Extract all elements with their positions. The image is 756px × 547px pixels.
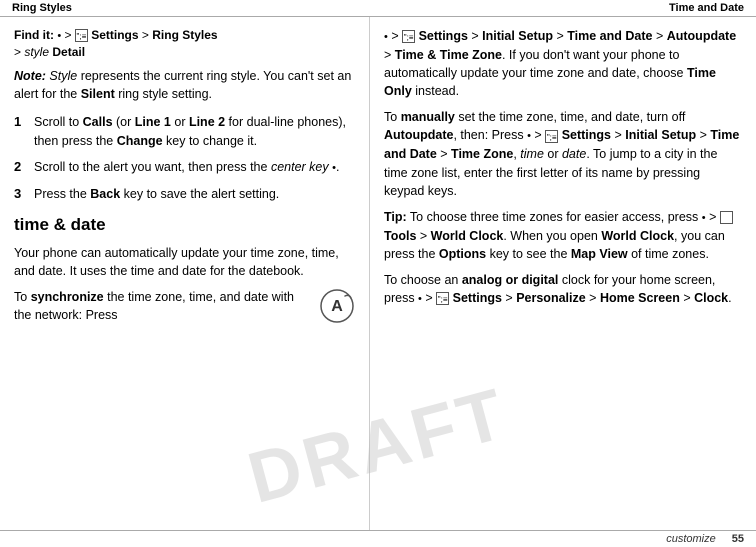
step-text: Scroll to the alert you want, then press… (34, 158, 339, 177)
body-para-intro: Your phone can automatically update your… (14, 244, 355, 280)
header-right-title: Time and Date (669, 2, 744, 14)
step-text: Scroll to Calls (or Line 1 or Line 2 for… (34, 113, 355, 149)
find-it-label: Find it: (14, 28, 54, 42)
list-item: 1 Scroll to Calls (or Line 1 or Line 2 f… (14, 113, 355, 149)
numbered-list: 1 Scroll to Calls (or Line 1 or Line 2 f… (14, 113, 355, 203)
page-container: Ring Styles Time and Date Find it: • > "… (0, 0, 756, 547)
network-sync-icon: A (319, 288, 355, 324)
list-item: 3 Press the Back key to save the alert s… (14, 185, 355, 204)
footer-bar: customize 55 (0, 530, 756, 547)
sync-path-para: • > ";≡ Settings > Initial Setup > Time … (384, 27, 742, 100)
header-left-title: Ring Styles (12, 2, 72, 14)
footer-section-label: customize (666, 533, 716, 545)
note-block: Note: Style represents the current ring … (14, 67, 355, 103)
footer-page-number: 55 (732, 533, 744, 545)
header-bar: Ring Styles Time and Date (0, 0, 756, 17)
sync-text: To synchronize the time zone, time, and … (14, 288, 311, 324)
step-text: Press the Back key to save the alert set… (34, 185, 279, 204)
find-it-line: Find it: • > ";≡ Settings > Ring Styles>… (14, 27, 355, 61)
analog-digital-para: To choose an analog or digital clock for… (384, 271, 742, 308)
sync-line: To synchronize the time zone, time, and … (14, 288, 355, 324)
right-column: • > ";≡ Settings > Initial Setup > Time … (370, 17, 756, 530)
manual-set-para: To manually set the time zone, time, and… (384, 108, 742, 199)
step-number: 1 (14, 113, 30, 149)
note-label: Note: (14, 69, 49, 83)
step-number: 3 (14, 185, 30, 204)
left-column: Find it: • > ";≡ Settings > Ring Styles>… (0, 17, 370, 530)
tip-block: Tip: To choose three time zones for easi… (384, 208, 742, 263)
svg-text:A: A (331, 298, 343, 315)
tip-label: Tip: (384, 210, 407, 224)
step-number: 2 (14, 158, 30, 177)
content-area: Find it: • > ";≡ Settings > Ring Styles>… (0, 17, 756, 530)
list-item: 2 Scroll to the alert you want, then pre… (14, 158, 355, 177)
note-text: Style represents the current ring style.… (14, 69, 351, 101)
section-heading-time-date: time & date (14, 213, 355, 238)
